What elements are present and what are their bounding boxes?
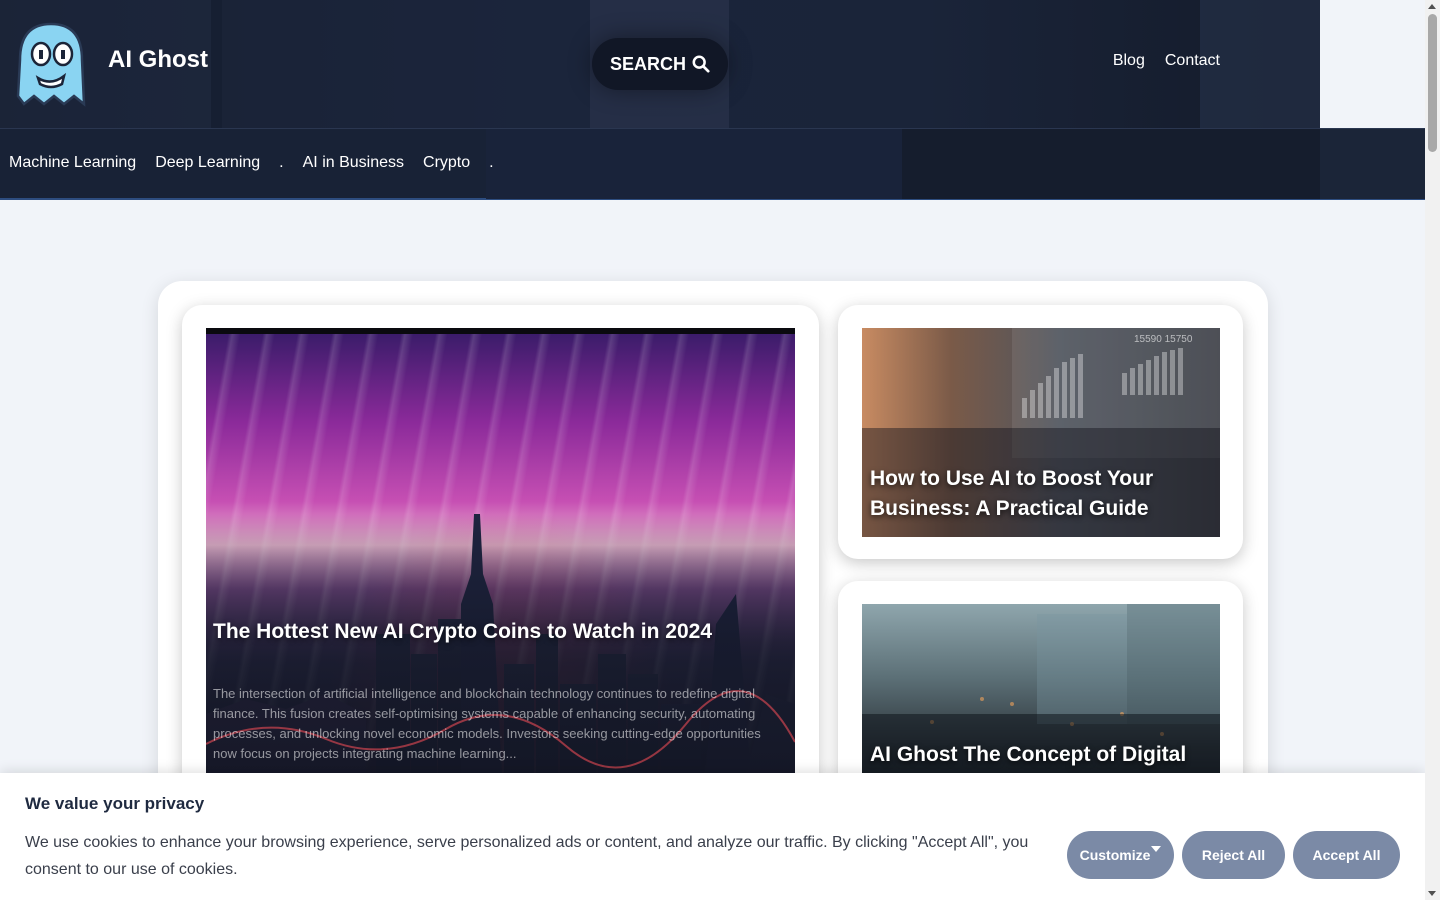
customize-label: Customize: [1079, 847, 1151, 863]
cookie-banner: We value your privacy We use cookies to …: [0, 773, 1425, 900]
side-post-title[interactable]: AI Ghost The Concept of Digital: [870, 740, 1220, 770]
search-icon: [692, 55, 710, 73]
nav-link-blog[interactable]: Blog: [1113, 52, 1145, 70]
caret-down-icon: [1151, 846, 1162, 852]
category-ai-in-business[interactable]: AI in Business: [303, 154, 404, 172]
side-post-image[interactable]: 15590 15750 How to Use AI to Boost Your …: [862, 328, 1220, 537]
category-crypto[interactable]: Crypto: [423, 154, 470, 172]
cookie-text: We use cookies to enhance your browsing …: [25, 834, 1029, 878]
side-post-title[interactable]: How to Use AI to Boost Your Business: A …: [870, 464, 1210, 524]
accept-all-button[interactable]: Accept All: [1293, 831, 1400, 879]
search-label: SEARCH: [609, 53, 686, 74]
featured-post-excerpt: The intersection of artificial intellige…: [213, 686, 761, 761]
category-separator[interactable]: .: [279, 154, 283, 172]
ghost-icon[interactable]: [14, 20, 88, 108]
category-bar-panel: [1320, 129, 1425, 199]
side-post-image[interactable]: AI Ghost The Concept of Digital: [862, 604, 1220, 784]
scroll-up-arrow-icon[interactable]: [1428, 4, 1436, 9]
scrollbar[interactable]: [1425, 0, 1440, 900]
top-nav: Blog Contact: [1113, 52, 1220, 70]
scrollbar-thumb[interactable]: [1428, 14, 1437, 152]
category-bar-panel: [486, 129, 902, 199]
category-deep-learning[interactable]: Deep Learning: [155, 154, 260, 172]
customize-button[interactable]: Customize: [1067, 831, 1174, 879]
featured-post-title[interactable]: The Hottest New AI Crypto Coins to Watch…: [213, 620, 712, 644]
nav-link-contact[interactable]: Contact: [1165, 52, 1220, 70]
category-machine-learning[interactable]: Machine Learning: [9, 154, 136, 172]
search-button[interactable]: SEARCH: [592, 38, 728, 90]
cookie-title: We value your privacy: [25, 794, 205, 813]
category-bar-panel: [902, 129, 1320, 199]
category-separator[interactable]: .: [489, 154, 493, 172]
category-bar: Machine Learning Deep Learning . AI in B…: [0, 128, 1425, 200]
scroll-down-arrow-icon[interactable]: [1428, 891, 1436, 896]
reject-all-button[interactable]: Reject All: [1182, 831, 1285, 879]
site-header: AI Ghost SEARCH Blog Contact: [0, 0, 1320, 128]
header-panel: [222, 0, 590, 128]
dashboard-numbers: 15590 15750: [1134, 334, 1193, 345]
category-list: Machine Learning Deep Learning . AI in B…: [9, 154, 494, 172]
site-title[interactable]: AI Ghost: [108, 46, 208, 74]
featured-post-image[interactable]: The Hottest New AI Crypto Coins to Watch…: [206, 328, 795, 774]
